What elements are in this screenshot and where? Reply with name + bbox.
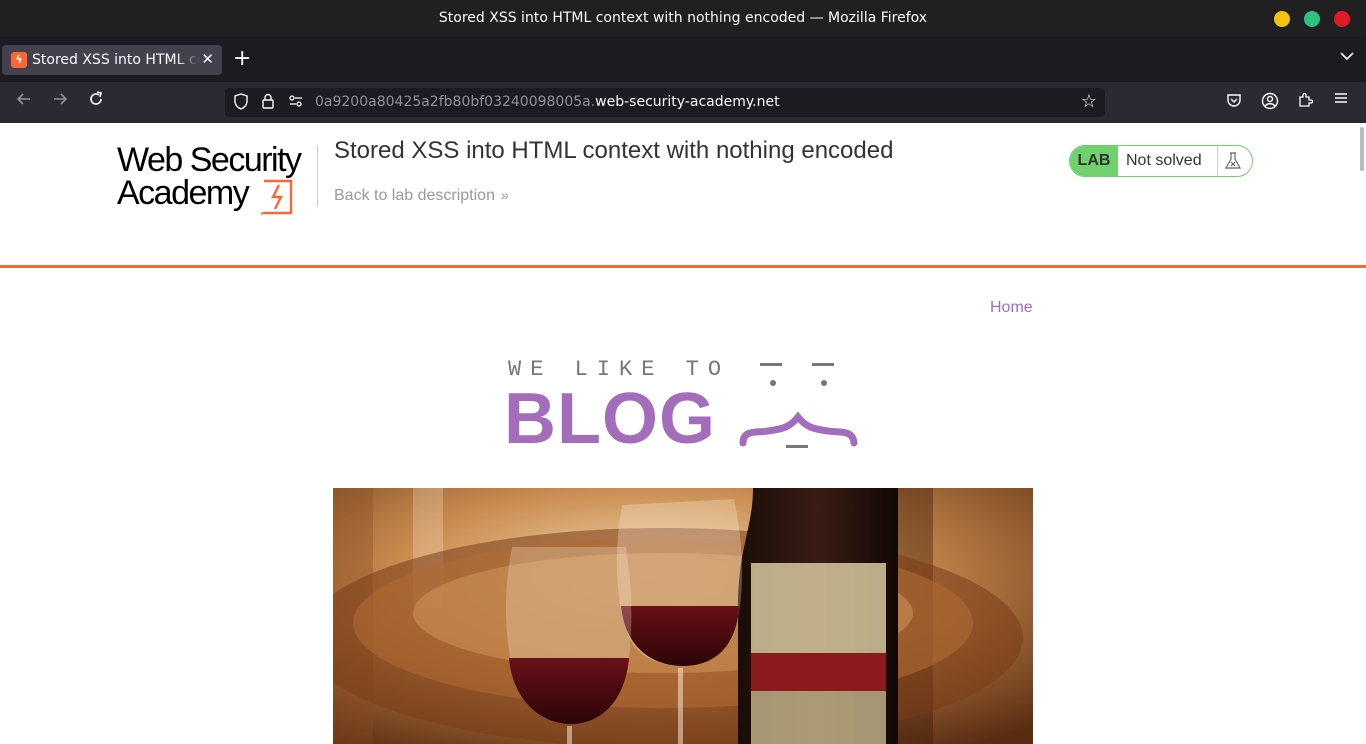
tab-active[interactable]: ϟ Stored XSS into HTML context with noth… <box>2 45 222 75</box>
curly-brace-face-icon <box>739 363 858 448</box>
tab-label: Stored XSS into HTML context with nothin… <box>32 52 200 68</box>
arrow-right-icon <box>54 93 68 105</box>
scrollbar-thumb[interactable] <box>1360 127 1364 171</box>
back-link-label: Back to lab description <box>334 187 495 204</box>
lab-status-badge: LAB Not solved <box>1069 145 1253 177</box>
minimize-button[interactable] <box>1274 11 1290 27</box>
window-titlebar: Stored XSS into HTML context with nothin… <box>0 0 1366 37</box>
url-text[interactable]: 0a9200a80425a2fb80bf03240098005a.web-sec… <box>315 94 780 110</box>
back-button[interactable] <box>12 90 36 114</box>
permissions-icon[interactable] <box>288 93 304 113</box>
back-to-lab-description-link[interactable]: Back to lab description » <box>334 187 509 205</box>
lab-status-text: Not solved <box>1126 152 1202 169</box>
wine-photo <box>333 488 1033 744</box>
new-tab-button[interactable]: + <box>233 45 251 73</box>
address-bar[interactable]: 0a9200a80425a2fb80bf03240098005a.web-sec… <box>225 88 1105 117</box>
url-subdomain: 0a9200a80425a2fb80bf03240098005a. <box>315 94 596 110</box>
reload-icon <box>90 91 102 105</box>
flask-icon <box>1224 152 1242 169</box>
page-viewport: Web Security Academy Stored XSS into HTM… <box>0 123 1366 744</box>
blog-hero-image[interactable] <box>333 488 1033 744</box>
close-window-button[interactable] <box>1334 11 1350 27</box>
navigation-toolbar: 0a9200a80425a2fb80bf03240098005a.web-sec… <box>0 82 1366 123</box>
logo-line2: Academy <box>117 174 250 212</box>
blog-wordmark: BLOG <box>504 379 716 459</box>
account-icon[interactable] <box>1261 92 1279 114</box>
tab-strip: ϟ Stored XSS into HTML context with noth… <box>0 37 1366 82</box>
web-security-academy-logo[interactable]: Web Security Academy <box>114 143 314 218</box>
url-host: web-security-academy.net <box>595 94 780 110</box>
double-chevron-right-icon: » <box>500 187 509 203</box>
chevron-down-icon <box>1340 52 1354 61</box>
header-divider <box>317 145 318 207</box>
badge-divider <box>1217 146 1218 176</box>
forward-button[interactable] <box>48 90 72 114</box>
academy-bolt-icon <box>261 179 293 215</box>
lock-icon[interactable] <box>261 93 275 114</box>
logo-line1: Web Security <box>117 141 302 179</box>
home-nav-link[interactable]: Home <box>990 299 1033 317</box>
blog-logo: WE LIKE TO BLOG <box>500 355 870 459</box>
window-title: Stored XSS into HTML context with nothin… <box>438 10 928 26</box>
lightning-icon: ϟ <box>11 52 27 68</box>
close-tab-icon[interactable]: ✕ <box>201 50 214 68</box>
lab-tag: LAB <box>1070 146 1118 176</box>
hamburger-menu-icon[interactable] <box>1333 90 1349 111</box>
shield-icon[interactable] <box>233 93 249 114</box>
maximize-button[interactable] <box>1304 11 1320 27</box>
extensions-puzzle-icon[interactable] <box>1297 92 1314 112</box>
pocket-icon[interactable] <box>1226 92 1242 112</box>
header-accent-rule <box>0 265 1366 268</box>
arrow-left-icon <box>16 93 30 105</box>
lab-title: Stored XSS into HTML context with nothin… <box>334 137 894 164</box>
reload-button[interactable] <box>84 90 108 114</box>
list-all-tabs-button[interactable] <box>1340 49 1354 65</box>
bookmark-star-icon[interactable]: ☆ <box>1081 91 1097 112</box>
